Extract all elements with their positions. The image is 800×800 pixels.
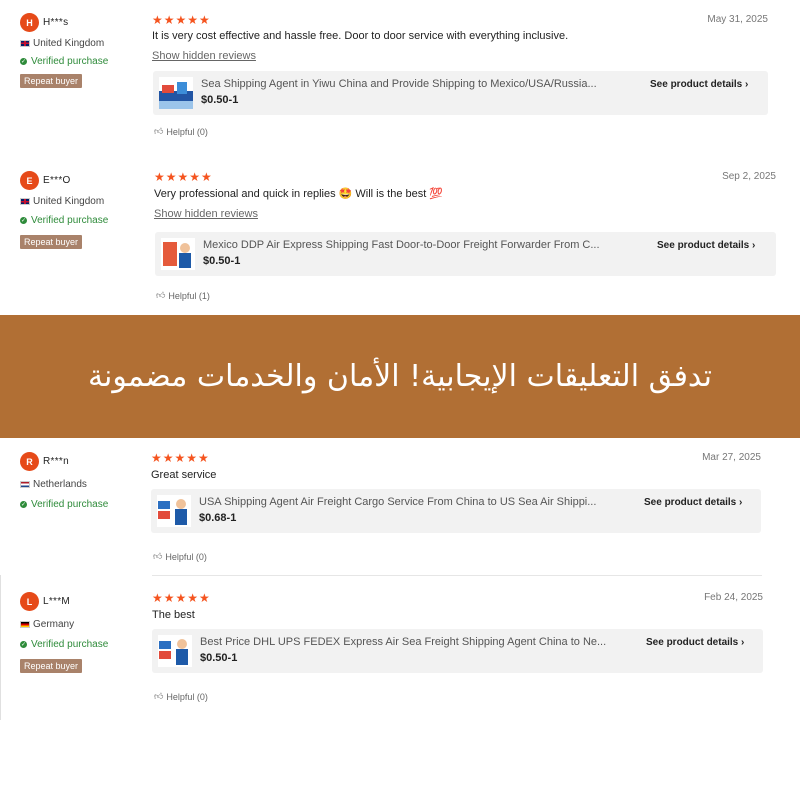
avatar: E [20, 171, 39, 190]
product-card[interactable]: Mexico DDP Air Express Shipping Fast Doo… [155, 232, 776, 276]
reviewer-country: Netherlands [20, 479, 87, 490]
product-price: $0.50-1 [201, 94, 239, 106]
reviewer-name: E***O [43, 175, 71, 186]
verified-label: Verified purchase [31, 639, 109, 650]
see-details-label: See product details [657, 240, 750, 251]
check-icon: ✓ [20, 641, 27, 648]
see-product-details-link[interactable]: See product details › [646, 637, 744, 648]
product-title[interactable]: USA Shipping Agent Air Freight Cargo Ser… [199, 496, 635, 508]
reviewer-country: United Kingdom [20, 196, 104, 207]
star-rating: ★★★★★ [151, 451, 210, 465]
product-thumbnail [161, 238, 195, 270]
review-divider [152, 575, 762, 576]
country-label: United Kingdom [33, 38, 105, 49]
product-title[interactable]: Sea Shipping Agent in Yiwu China and Pro… [201, 78, 641, 90]
chevron-right-icon: › [752, 240, 756, 251]
avatar: R [20, 452, 39, 471]
review-card: E E***O United Kingdom ✓ Verified purcha… [0, 158, 800, 308]
reviewer-name: R***n [43, 456, 69, 467]
review-card: H H***s United Kingdom ✓ Verified purcha… [0, 0, 800, 150]
promo-banner: تدفق التعليقات الإيجابية! الأمان والخدما… [0, 315, 800, 438]
reviewer-name: H***s [43, 17, 69, 28]
check-icon: ✓ [20, 58, 27, 65]
helpful-button[interactable]: 👍︎ Helpful (0) [154, 691, 208, 702]
netherlands-flag-icon [20, 481, 30, 488]
verified-purchase: ✓ Verified purchase [20, 639, 108, 650]
see-details-label: See product details [646, 637, 739, 648]
helpful-button[interactable]: 👍︎ Helpful (0) [153, 551, 207, 562]
product-card[interactable]: USA Shipping Agent Air Freight Cargo Ser… [151, 489, 761, 533]
review-text: Very professional and quick in replies 🤩… [154, 188, 444, 200]
chevron-right-icon: › [745, 79, 749, 90]
show-hidden-reviews-link[interactable]: Show hidden reviews [152, 50, 256, 62]
review-date: May 31, 2025 [707, 14, 768, 25]
verified-purchase: ✓ Verified purchase [20, 215, 108, 226]
see-product-details-link[interactable]: See product details › [657, 240, 755, 251]
chevron-right-icon: › [741, 637, 745, 648]
product-title[interactable]: Mexico DDP Air Express Shipping Fast Doo… [203, 239, 645, 251]
helpful-label: Helpful (0) [165, 551, 207, 562]
uk-flag-icon [20, 40, 30, 47]
helpful-button[interactable]: 👍︎ Helpful (1) [156, 290, 210, 301]
helpful-label: Helpful (0) [166, 126, 208, 137]
show-hidden-reviews-link[interactable]: Show hidden reviews [154, 208, 258, 220]
avatar: H [20, 13, 39, 32]
product-thumbnail [157, 495, 191, 527]
thumbs-up-icon: 👍︎ [154, 691, 164, 701]
reviewer-country: Germany [20, 619, 74, 630]
avatar: L [20, 592, 39, 611]
review-date: Feb 24, 2025 [704, 592, 763, 603]
see-details-label: See product details [644, 497, 737, 508]
product-card[interactable]: Best Price DHL UPS FEDEX Express Air Sea… [152, 629, 763, 673]
check-icon: ✓ [20, 501, 27, 508]
reviewer-country: United Kingdom [20, 38, 104, 49]
check-icon: ✓ [20, 217, 27, 224]
product-price: $0.50-1 [200, 652, 238, 664]
verified-label: Verified purchase [31, 56, 109, 67]
review-card: R R***n Netherlands ✓ Verified purchase … [0, 438, 800, 573]
product-price: $0.68-1 [199, 512, 237, 524]
product-card[interactable]: Sea Shipping Agent in Yiwu China and Pro… [153, 71, 768, 115]
verified-purchase: ✓ Verified purchase [20, 56, 108, 67]
product-thumbnail [159, 77, 193, 109]
see-product-details-link[interactable]: See product details › [650, 79, 748, 90]
review-text: It is very cost effective and hassle fre… [152, 30, 569, 42]
chevron-right-icon: › [739, 497, 743, 508]
see-product-details-link[interactable]: See product details › [644, 497, 742, 508]
germany-flag-icon [20, 621, 30, 628]
repeat-buyer-badge: Repeat buyer [20, 235, 83, 249]
repeat-buyer-badge: Repeat buyer [20, 74, 83, 88]
reviewer-name: L***M [43, 596, 71, 607]
helpful-label: Helpful (1) [168, 290, 210, 301]
uk-flag-icon [20, 198, 30, 205]
see-details-label: See product details [650, 79, 743, 90]
review-date: Sep 2, 2025 [722, 171, 776, 182]
helpful-button[interactable]: 👍︎ Helpful (0) [154, 126, 208, 137]
verified-label: Verified purchase [31, 215, 109, 226]
verified-label: Verified purchase [31, 499, 109, 510]
review-date: Mar 27, 2025 [702, 452, 761, 463]
review-text: The best [152, 609, 195, 621]
country-label: Germany [33, 619, 75, 630]
product-price: $0.50-1 [203, 255, 241, 267]
review-card: L L***M Germany ✓ Verified purchase Repe… [0, 578, 800, 718]
thumbs-up-icon: 👍︎ [154, 126, 164, 136]
thumbs-up-icon: 👍︎ [153, 551, 163, 561]
product-title[interactable]: Best Price DHL UPS FEDEX Express Air Sea… [200, 636, 636, 648]
helpful-label: Helpful (0) [166, 691, 208, 702]
star-rating: ★★★★★ [154, 170, 213, 184]
star-rating: ★★★★★ [152, 13, 211, 27]
star-rating: ★★★★★ [152, 591, 211, 605]
review-text: Great service [151, 469, 217, 481]
banner-text: تدفق التعليقات الإيجابية! الأمان والخدما… [87, 359, 713, 394]
country-label: Netherlands [33, 479, 87, 490]
country-label: United Kingdom [33, 196, 105, 207]
product-thumbnail [158, 635, 192, 667]
verified-purchase: ✓ Verified purchase [20, 499, 108, 510]
thumbs-up-icon: 👍︎ [156, 290, 166, 300]
repeat-buyer-badge: Repeat buyer [20, 659, 83, 673]
